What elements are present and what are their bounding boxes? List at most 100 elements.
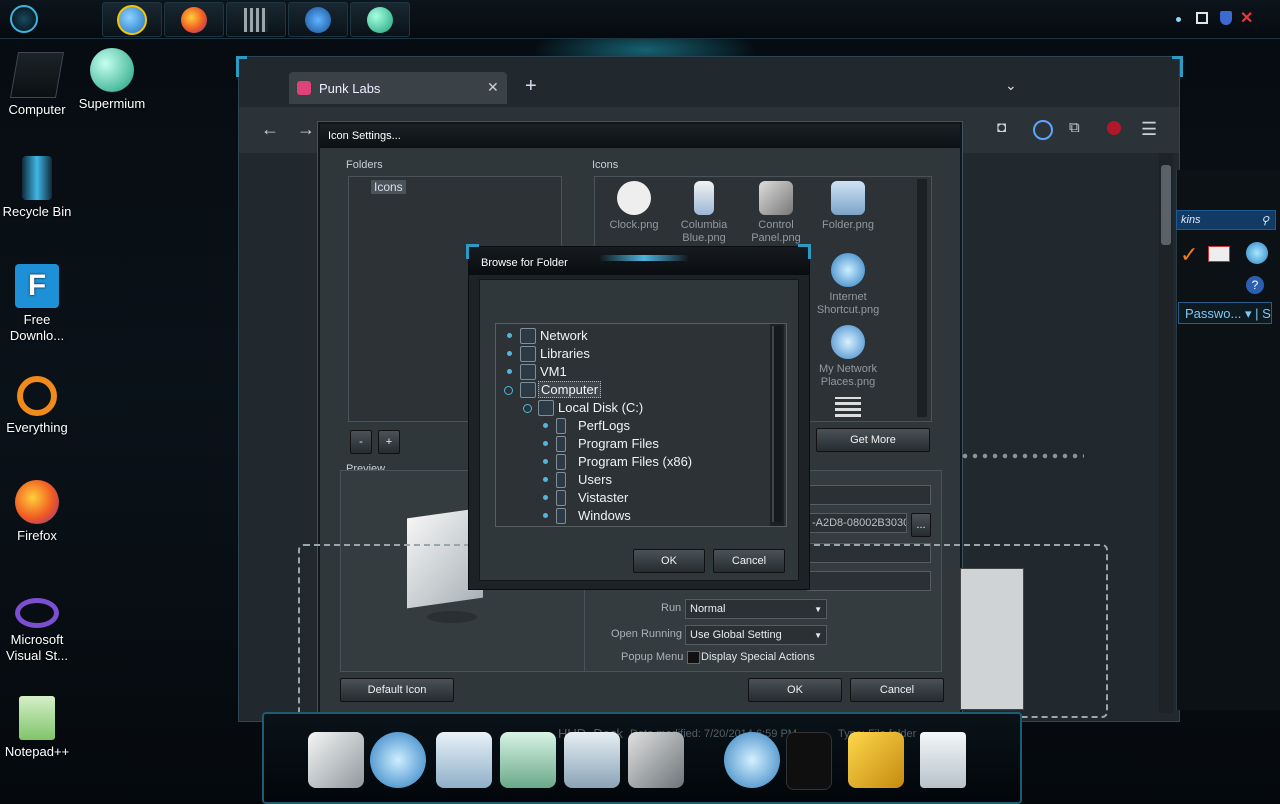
icon-cell-internet-shortcut[interactable]: Internet Shortcut.png xyxy=(813,253,883,317)
magnifier-icon[interactable]: ⚲ xyxy=(1261,214,1269,227)
browse-cancel-button[interactable]: Cancel xyxy=(713,549,785,573)
clock-icon xyxy=(617,181,651,215)
start-orb-icon[interactable] xyxy=(10,5,38,33)
dock-computer-icon[interactable] xyxy=(308,732,364,788)
browser-tab[interactable]: Punk Labs ✕ xyxy=(289,72,507,104)
icon-settings-titlebar[interactable]: Icon Settings... xyxy=(320,124,960,148)
dock-internet-shortcut-icon[interactable] xyxy=(370,732,426,788)
tree-item-vm1[interactable]: VM1 xyxy=(540,364,567,379)
scrollbar-thumb[interactable] xyxy=(1161,165,1171,245)
tree-bullet xyxy=(543,459,548,464)
remove-folder-button[interactable]: - xyxy=(350,430,372,454)
shield-icon[interactable] xyxy=(1220,11,1232,25)
pocket-icon[interactable]: ◘ xyxy=(997,119,1006,136)
icon-cell-folder[interactable]: Folder.png xyxy=(813,181,883,232)
display-special-actions-label: Display Special Actions xyxy=(701,651,815,663)
tree-item-windows[interactable]: Windows xyxy=(578,508,631,523)
expand-ring-icon[interactable] xyxy=(504,386,513,395)
forward-arrow-icon[interactable]: → xyxy=(297,119,315,140)
name-field[interactable] xyxy=(807,485,931,505)
desktop-icon-visual-studio[interactable]: Microsoft Visual St... xyxy=(0,598,74,664)
tab-close-icon[interactable]: ✕ xyxy=(487,79,499,96)
icon-cell-columbia-blue[interactable]: Columbia Blue.png xyxy=(669,181,739,245)
password-dropdown[interactable]: Passwo... ▾ | Si xyxy=(1178,302,1272,324)
tree-item-network[interactable]: Network xyxy=(540,328,588,343)
desktop-icon-free-download-manager[interactable]: F Free Downlo... xyxy=(0,264,74,344)
tree-scrollbar[interactable] xyxy=(770,324,784,526)
taskbar-film-strip[interactable] xyxy=(226,2,286,37)
tree-item-vistaster[interactable]: Vistaster xyxy=(578,490,628,505)
desktop-icon-label: Microsoft Visual St... xyxy=(6,632,68,663)
desktop-icon-notepadpp[interactable]: Notepad++ xyxy=(0,696,74,760)
taskbar-firefox[interactable] xyxy=(164,2,224,37)
tree-item-users[interactable]: Users xyxy=(578,472,612,487)
browse-guid-button[interactable]: ... xyxy=(911,513,931,537)
desktop-icon-recycle-bin[interactable]: Recycle Bin xyxy=(0,156,74,220)
taskbar-supermium[interactable] xyxy=(350,2,410,37)
tree-item-libraries[interactable]: Libraries xyxy=(540,346,590,361)
tab-title: Punk Labs xyxy=(319,81,381,96)
browser-scrollbar[interactable] xyxy=(1159,153,1173,713)
dock-pictures-folder-icon[interactable] xyxy=(564,732,620,788)
tab-list-chevron-icon[interactable]: ⌄ xyxy=(1005,77,1017,94)
desktop-icon-computer[interactable]: Computer xyxy=(0,52,74,118)
icon-settings-ok-button[interactable]: OK xyxy=(748,678,842,702)
default-icon-button[interactable]: Default Icon xyxy=(340,678,454,702)
dock-music-folder-icon[interactable] xyxy=(500,732,556,788)
ublock-origin-icon[interactable] xyxy=(1107,121,1121,135)
expand-ring-icon[interactable] xyxy=(523,404,532,413)
folder-tree-view[interactable]: Network Libraries VM1 Computer Local Dis… xyxy=(495,323,787,527)
working-dir-field[interactable] xyxy=(807,571,931,591)
desktop-icon-firefox[interactable]: Firefox xyxy=(0,480,74,544)
desktop-icon-label: Firefox xyxy=(17,528,57,543)
mini-window-thumbnail xyxy=(960,568,1024,710)
icon-cell-clock[interactable]: Clock.png xyxy=(599,181,669,232)
restore-icon[interactable] xyxy=(1196,12,1208,24)
computer-icon xyxy=(520,382,536,398)
hamburger-menu-icon[interactable]: ☰ xyxy=(1141,119,1157,140)
globe-icon[interactable] xyxy=(1246,242,1268,264)
taskbar-internet-explorer[interactable] xyxy=(102,2,162,37)
tree-item-local-disk[interactable]: Local Disk (C:) xyxy=(558,400,643,415)
mail-icon[interactable] xyxy=(1208,246,1230,262)
close-icon[interactable]: ✕ xyxy=(1240,8,1253,28)
desktop-icon-everything[interactable]: Everything xyxy=(0,372,74,436)
tree-item-program-files-x86[interactable]: Program Files (x86) xyxy=(578,454,692,469)
browse-ok-button[interactable]: OK xyxy=(633,549,705,573)
dock-recycle-bin-icon[interactable] xyxy=(920,732,966,788)
guid-field[interactable]: -A2D8-08002B30309 xyxy=(807,513,907,533)
new-tab-button[interactable]: + xyxy=(525,75,537,98)
side-search-box[interactable]: kins ⚲ xyxy=(1176,210,1276,230)
tree-bullet xyxy=(543,495,548,500)
desktop-icon-supermium[interactable]: Supermium xyxy=(75,48,149,112)
back-arrow-icon[interactable]: ← xyxy=(261,119,279,140)
help-icon[interactable]: ? xyxy=(1246,276,1264,294)
tree-item-computer[interactable]: Computer xyxy=(538,381,602,398)
get-more-button[interactable]: Get More xyxy=(816,428,930,452)
dock-control-panel-icon[interactable] xyxy=(628,732,684,788)
checkmark-icon[interactable]: ✓ xyxy=(1180,242,1198,268)
extensions-puzzle-icon[interactable]: ⧉ xyxy=(1069,119,1080,136)
folder-item-icons[interactable]: Icons xyxy=(371,180,406,194)
tree-scrollbar-thumb[interactable] xyxy=(772,326,782,522)
add-folder-button[interactable]: + xyxy=(378,430,400,454)
popup-menu-label: Popup Menu xyxy=(621,651,684,663)
icon-settings-cancel-button[interactable]: Cancel xyxy=(850,678,944,702)
arguments-field[interactable] xyxy=(807,543,931,563)
dock-documents-folder-icon[interactable] xyxy=(436,732,492,788)
icon-cell-control-panel[interactable]: Control Panel.png xyxy=(741,181,811,245)
dock-tools-icon[interactable] xyxy=(848,732,904,788)
tree-item-program-files[interactable]: Program Files xyxy=(578,436,659,451)
dock-globe-icon[interactable] xyxy=(724,732,780,788)
open-running-select[interactable]: Use Global Setting ▼ xyxy=(685,625,827,645)
taskbar-media-player[interactable] xyxy=(288,2,348,37)
sync-status-icon[interactable] xyxy=(1033,120,1053,140)
dock-ninja-icon[interactable] xyxy=(786,732,832,790)
tree-item-perflogs[interactable]: PerfLogs xyxy=(578,418,630,433)
taskbar: ✕ xyxy=(0,0,1280,39)
display-special-actions-checkbox[interactable] xyxy=(687,651,700,664)
browse-titlebar[interactable]: Browse for Folder xyxy=(469,247,809,275)
run-select[interactable]: Normal ▼ xyxy=(685,599,827,619)
icon-cell-network-places[interactable]: My Network Places.png xyxy=(813,325,883,389)
icons-scrollbar[interactable] xyxy=(917,179,927,417)
